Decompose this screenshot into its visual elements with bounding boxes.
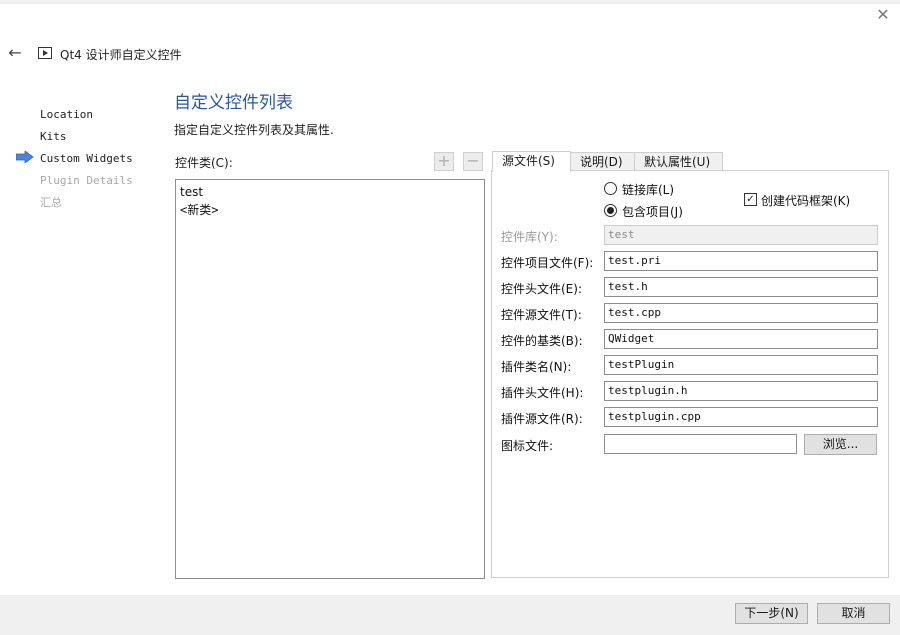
- plugin-header-file-field[interactable]: testplugin.h: [604, 381, 878, 401]
- back-arrow-icon[interactable]: ←: [6, 44, 24, 62]
- tab-source-files[interactable]: 源文件(S): [492, 151, 571, 172]
- widget-project-file-label: 控件项目文件(F):: [501, 256, 594, 270]
- widget-header-file-field[interactable]: test.h: [604, 277, 878, 297]
- next-button[interactable]: 下一步(N): [735, 603, 808, 624]
- widget-classes-label: 控件类(C):: [175, 156, 233, 170]
- plugin-header-file-label: 插件头文件(H):: [501, 386, 584, 400]
- title-bar-strip: [0, 0, 900, 4]
- include-project-radio[interactable]: [604, 204, 617, 217]
- icon-file-field[interactable]: [604, 434, 797, 454]
- plugin-class-name-label: 插件类名(N):: [501, 360, 572, 374]
- designer-widget-icon: [38, 47, 52, 59]
- class-list-item[interactable]: test: [180, 183, 480, 201]
- window-title: Qt4 设计师自定义控件: [60, 48, 182, 62]
- plugin-class-name-field[interactable]: testPlugin: [604, 355, 878, 375]
- add-class-button[interactable]: +: [434, 152, 454, 171]
- step-plugin-details: Plugin Details: [40, 174, 133, 187]
- class-list-item-new[interactable]: <新类>: [180, 201, 480, 219]
- page-title: 自定义控件列表: [174, 93, 293, 113]
- widget-class-list[interactable]: test <新类>: [175, 179, 485, 579]
- create-skeleton-label: 创建代码框架(K): [761, 194, 851, 208]
- browse-button[interactable]: 浏览...: [804, 434, 877, 455]
- plugin-source-file-field[interactable]: testplugin.cpp: [604, 407, 878, 427]
- widget-base-class-label: 控件的基类(B):: [501, 334, 583, 348]
- current-step-arrow-icon: [16, 151, 34, 163]
- link-library-radio[interactable]: [604, 182, 617, 195]
- icon-file-label: 图标文件:: [501, 439, 554, 453]
- wizard-steps: Location Kits Custom Widgets Plugin Deta…: [16, 104, 133, 214]
- step-summary: 汇总: [40, 196, 62, 209]
- widget-source-file-label: 控件源文件(T):: [501, 308, 582, 322]
- link-library-label: 链接库(L): [622, 183, 675, 197]
- tab-default-properties[interactable]: 默认属性(U): [634, 152, 723, 171]
- plugin-source-file-label: 插件源文件(R):: [501, 412, 583, 426]
- widget-header-file-label: 控件头文件(E):: [501, 282, 582, 296]
- wizard-header: ← Qt4 设计师自定义控件: [0, 40, 900, 68]
- step-location: Location: [40, 108, 93, 121]
- create-skeleton-checkbox[interactable]: ✓: [744, 193, 757, 206]
- include-project-label: 包含项目(J): [622, 205, 683, 219]
- widget-source-file-field[interactable]: test.cpp: [604, 303, 878, 323]
- cancel-button[interactable]: 取消: [817, 603, 890, 624]
- widget-library-field: test: [604, 225, 878, 245]
- widget-project-file-field[interactable]: test.pri: [604, 251, 878, 271]
- tab-description[interactable]: 说明(D): [570, 152, 635, 171]
- close-icon[interactable]: ✕: [874, 6, 892, 24]
- step-custom-widgets: Custom Widgets: [40, 152, 133, 165]
- step-kits: Kits: [40, 130, 67, 143]
- page-subtitle: 指定自定义控件列表及其属性.: [174, 123, 334, 137]
- widget-base-class-field[interactable]: QWidget: [604, 329, 878, 349]
- remove-class-button[interactable]: −: [463, 152, 483, 171]
- widget-library-label: 控件库(Y):: [501, 230, 558, 244]
